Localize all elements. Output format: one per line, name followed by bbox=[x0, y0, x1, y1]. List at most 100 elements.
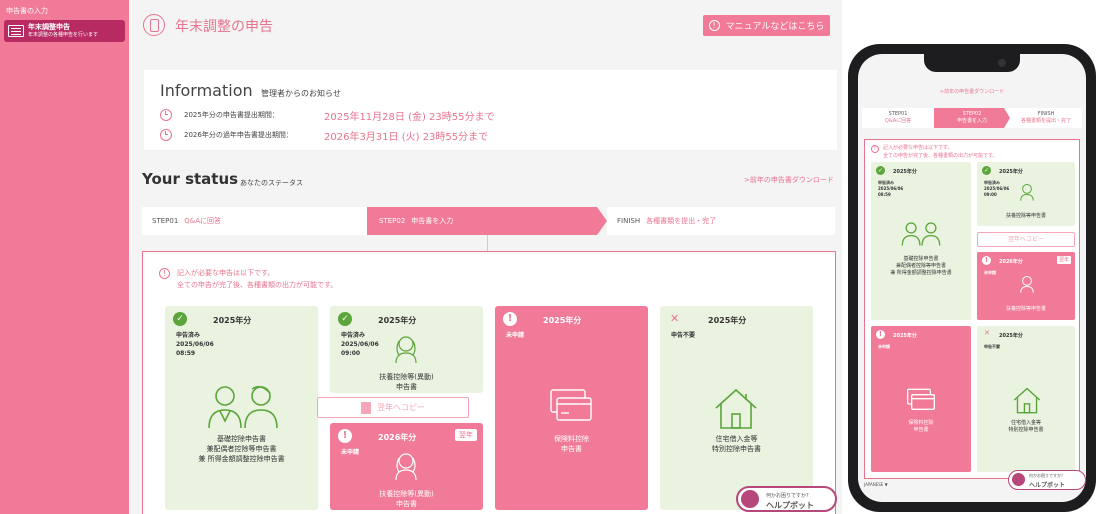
exclamation-icon: ! bbox=[708, 20, 720, 31]
step-input[interactable]: STEP02 申告書を入力 bbox=[367, 207, 607, 235]
credit-card-icon bbox=[907, 388, 935, 410]
card-status: 未申請 bbox=[878, 344, 890, 349]
sidebar-item-title: 年末調整申告 bbox=[28, 23, 70, 31]
info-row-value: 2025年11月28日 (金) 23時55分まで bbox=[324, 111, 495, 123]
card-name: 扶養控除等申告書 bbox=[1005, 213, 1046, 219]
card-name-line: 申告書 bbox=[396, 383, 417, 391]
card-insurance-deduction[interactable]: ! 2025年分 未申請 保険料控除 申告書 bbox=[495, 306, 648, 510]
step-label: 申告書を入力 bbox=[411, 217, 454, 225]
phone-step-input[interactable]: STEP02 申告書を入力 bbox=[934, 108, 1010, 128]
phone-card-dependent-deduction[interactable]: ✓ 2025年分 申告済み 2025/06/06 09:00 扶養控除等申告書 bbox=[977, 162, 1075, 226]
exclamation-icon: ! bbox=[338, 429, 352, 443]
card-status: 申告済み 2025/06/06 08:59 bbox=[176, 331, 214, 358]
card-year: 2025年分 bbox=[213, 316, 252, 325]
phone-icon bbox=[143, 14, 165, 36]
phone-card-insurance-deduction[interactable]: ! 2025年分 未申請 保険料控除 申告書 bbox=[871, 326, 971, 472]
card-status: 未申請 bbox=[506, 331, 524, 340]
card-time: 09:00 bbox=[984, 192, 997, 197]
exclamation-icon: ! bbox=[871, 145, 879, 153]
exclamation-icon: ! bbox=[159, 268, 170, 279]
card-status-text: 未申請 bbox=[506, 332, 525, 339]
card-name: 住宅借入金等 特別控除申告書 bbox=[977, 420, 1075, 434]
step-finish[interactable]: FINISH 各種書類を提出・完了 bbox=[607, 207, 835, 235]
card-status: 申告済み 2025/06/06 09:00 bbox=[341, 331, 379, 358]
check-icon: ✓ bbox=[338, 312, 352, 326]
card-name-line: 住宅借入金等 bbox=[1010, 420, 1041, 426]
card-basic-deduction[interactable]: ✓ 2025年分 申告済み 2025/06/06 08:59 基礎控除申告書 兼… bbox=[165, 306, 318, 510]
card-name-line: 兼 所得金額調整控除申告書 bbox=[198, 455, 285, 463]
phone-step-finish[interactable]: FINISH 各種書類を提出・完了 bbox=[1010, 108, 1082, 128]
phone-card-housing-loan-deduction[interactable]: ✕ 2025年分 申告不要 住宅借入金等 特別控除申告書 bbox=[977, 326, 1075, 472]
robot-icon bbox=[1012, 473, 1025, 486]
notice-line: 記入が必要な申告は以下です。 bbox=[883, 145, 953, 151]
exclamation-icon: ! bbox=[503, 312, 517, 326]
card-name: 保険料控除 申告書 bbox=[871, 420, 971, 434]
phone-help-bot-button[interactable]: 何かお困りですか？ ヘルプボット bbox=[1008, 470, 1086, 490]
step-label: Q&Aに回答 bbox=[184, 217, 222, 225]
card-name-line: 兼 所得金額調整控除申告書 bbox=[890, 270, 952, 276]
manual-button-label: マニュアルなどはこちら bbox=[725, 22, 825, 32]
prev-year-download-link[interactable]: >前年の申告書ダウンロード bbox=[744, 175, 834, 185]
info-row-value: 2026年3月31日 (火) 23時55分まで bbox=[324, 131, 489, 143]
notice-line: 記入が必要な申告は以下です。 bbox=[177, 269, 275, 277]
step-number: STEP01 bbox=[888, 111, 908, 117]
exclamation-icon: ! bbox=[876, 330, 885, 339]
house-icon bbox=[1013, 387, 1041, 414]
copy-button-label: 翌年へコピー bbox=[377, 403, 425, 412]
card-status-text: 未申請 bbox=[341, 449, 360, 456]
manual-button[interactable]: ! マニュアルなどはこちら bbox=[703, 15, 830, 36]
step-label: 各種書類を提出・完了 bbox=[646, 217, 717, 225]
help-title: ヘルプボット bbox=[766, 501, 814, 510]
card-name-line: 申告書 bbox=[913, 427, 929, 433]
person-icon bbox=[1020, 184, 1034, 201]
card-dependent-deduction[interactable]: ✓ 2025年分 申告済み 2025/06/06 09:00 扶養控除等(異動)… bbox=[330, 306, 483, 393]
card-year: 2025年分 bbox=[378, 316, 417, 325]
card-year: 2026年分 bbox=[378, 433, 417, 442]
step-progress: STEP01 Q&Aに回答 STEP02 申告書を入力 FINISH 各種書類を… bbox=[142, 207, 835, 235]
not-required-icon: ✕ bbox=[984, 329, 990, 337]
form-icon bbox=[8, 25, 24, 37]
page-header: 年末調整の申告 ! マニュアルなどはこちら bbox=[129, 0, 842, 52]
step-qa[interactable]: STEP01 Q&Aに回答 bbox=[142, 207, 367, 235]
clock-icon bbox=[160, 109, 172, 121]
phone-prev-year-download-link[interactable]: >前年の申告書ダウンロード bbox=[858, 88, 1086, 95]
card-status: 未申請 bbox=[341, 448, 359, 457]
phone-copy-next-year-button[interactable]: 翌年へコピー bbox=[977, 232, 1075, 247]
step-number: FINISH bbox=[617, 217, 641, 225]
card-year: 2025年分 bbox=[999, 333, 1023, 339]
information-panel: Information 管理者からのお知らせ 2025年分の申告書提出期間： 2… bbox=[144, 70, 837, 150]
notice-line: 全ての申告が完了後、各種書類の出力が可能です。 bbox=[883, 153, 998, 159]
copy-next-year-button[interactable]: 翌年へコピー bbox=[317, 397, 469, 418]
step-number: STEP02 bbox=[379, 217, 406, 225]
card-name-line: 扶養控除等(異動) bbox=[379, 490, 434, 498]
phone-card-next-year-dependent[interactable]: ! 2026年分 翌年 未申請 扶養控除等申告書 bbox=[977, 252, 1075, 320]
robot-icon bbox=[741, 490, 759, 508]
main-content: 年末調整の申告 ! マニュアルなどはこちら Information 管理者からの… bbox=[129, 0, 842, 514]
card-name: 扶養控除等(異動) 申告書 bbox=[330, 372, 483, 392]
help-bot-button[interactable]: 何かお困りですか？ ヘルプボット bbox=[736, 486, 837, 512]
card-status: 未申請 bbox=[984, 270, 996, 275]
phone-card-basic-deduction[interactable]: ✓ 2025年分 申告済み 2025/06/06 08:59 基礎控除申告書 兼… bbox=[871, 162, 971, 320]
step-label: 申告書を入力 bbox=[956, 118, 987, 124]
language-select[interactable]: JAPANESE ▼ bbox=[864, 482, 888, 487]
card-name: 扶養控除等(異動) 申告書 bbox=[330, 489, 483, 509]
phone-declaration-panel: ! 記入が必要な申告は以下です。 全ての申告が完了後、各種書類の出力が可能です。… bbox=[864, 139, 1080, 479]
sidebar-item-year-end-adjustment[interactable]: 年末調整申告 年末調整の各種申告を行います bbox=[4, 20, 125, 42]
info-row-label: 2025年分の申告書提出期間： bbox=[184, 111, 279, 119]
phone-step-qa[interactable]: STEP01 Q&Aに回答 bbox=[862, 108, 934, 128]
card-status-text: 申告済み bbox=[341, 332, 366, 339]
card-time: 08:59 bbox=[176, 350, 196, 357]
sidebar: 申告書の入力 年末調整申告 年末調整の各種申告を行います bbox=[0, 0, 129, 514]
card-date: 2025/06/06 bbox=[176, 341, 214, 348]
card-name-line: 保険料控除 bbox=[554, 435, 589, 443]
info-row: 2025年分の申告書提出期間： 2025年11月28日 (金) 23時55分まで bbox=[160, 108, 495, 123]
document-icon bbox=[361, 401, 371, 414]
step-label: Q&Aに回答 bbox=[884, 118, 912, 124]
card-name-line: 特別控除申告書 bbox=[1008, 427, 1044, 433]
card-year: 2025年分 bbox=[999, 169, 1023, 175]
check-icon: ✓ bbox=[876, 166, 885, 175]
card-name-line: 住宅借入金等 bbox=[715, 435, 758, 443]
card-status-text: 申告不要 bbox=[671, 332, 696, 339]
card-housing-loan-deduction[interactable]: ✕ 2025年分 申告不要 住宅借入金等 特別控除申告書 bbox=[660, 306, 813, 510]
card-next-year-dependent[interactable]: ! 2026年分 翌年 未申請 扶養控除等(異動) 申告書 bbox=[330, 423, 483, 510]
